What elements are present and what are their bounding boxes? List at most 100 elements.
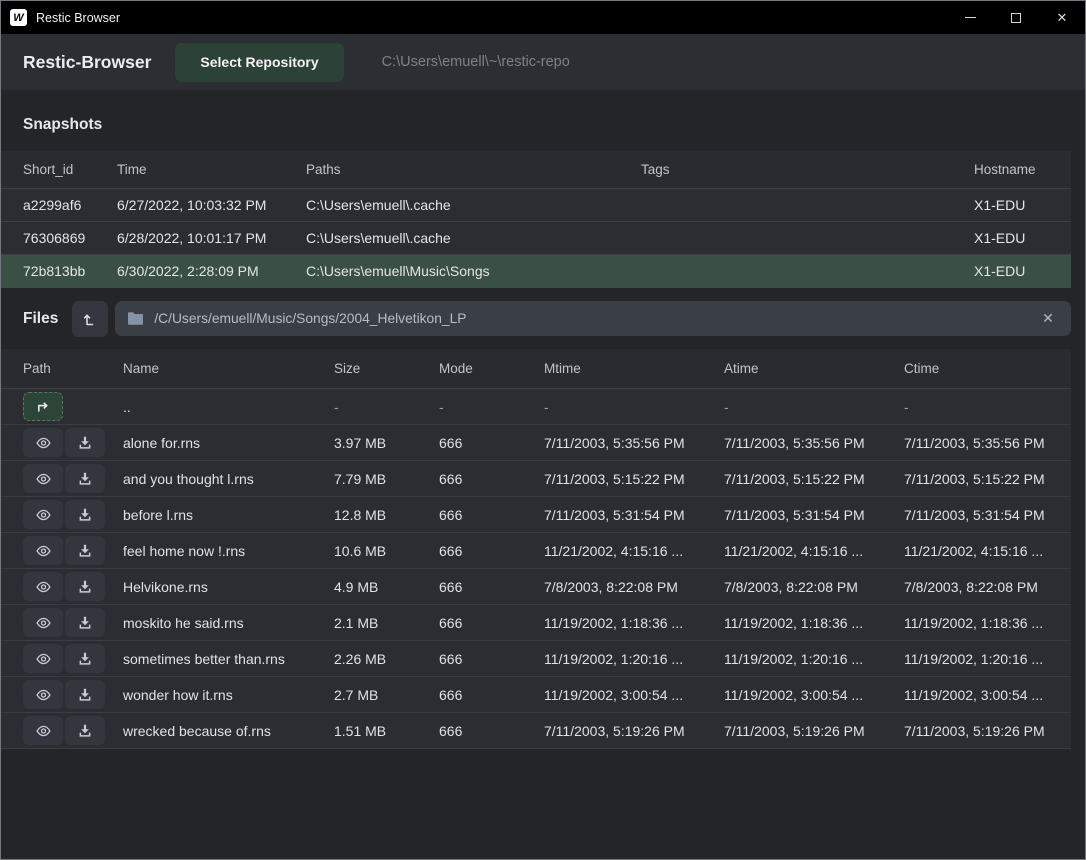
file-name: wonder how it.rns (123, 687, 334, 703)
file-size: 4.9 MB (334, 579, 439, 595)
file-mtime: 7/11/2003, 5:19:26 PM (544, 723, 724, 739)
column-mode: Mode (439, 361, 544, 376)
file-row: sometimes better than.rns 2.26 MB 666 11… (1, 641, 1071, 677)
file-name: Helvikone.rns (123, 579, 334, 595)
preview-file-button[interactable] (23, 464, 63, 493)
app-icon: W (10, 9, 27, 26)
column-size: Size (334, 361, 439, 376)
file-atime: 7/8/2003, 8:22:08 PM (724, 579, 904, 595)
snapshot-row[interactable]: a2299af6 6/27/2022, 10:03:32 PM C:\Users… (1, 189, 1071, 222)
snapshot-time: 6/28/2022, 10:01:17 PM (117, 230, 306, 246)
download-icon (77, 435, 93, 451)
file-mode: 666 (439, 435, 544, 451)
download-file-button[interactable] (65, 572, 105, 601)
file-row: feel home now !.rns 10.6 MB 666 11/21/20… (1, 533, 1071, 569)
file-row: alone for.rns 3.97 MB 666 7/11/2003, 5:3… (1, 425, 1071, 461)
column-path: Path (23, 361, 123, 376)
preview-file-button[interactable] (23, 608, 63, 637)
file-size: 3.97 MB (334, 435, 439, 451)
download-file-button[interactable] (65, 536, 105, 565)
file-mode: - (439, 399, 544, 415)
download-file-button[interactable] (65, 500, 105, 529)
preview-file-button[interactable] (23, 644, 63, 673)
clear-icon: ✕ (1042, 310, 1054, 327)
file-atime: 7/11/2003, 5:31:54 PM (724, 507, 904, 523)
file-mode: 666 (439, 651, 544, 667)
snapshot-paths: C:\Users\emuell\.cache (306, 197, 641, 213)
snapshots-title: Snapshots (23, 116, 102, 134)
files-title: Files (23, 310, 58, 328)
file-ctime: 11/21/2002, 4:15:16 ... (904, 543, 1071, 559)
close-button[interactable]: ✕ (1039, 1, 1085, 34)
file-atime: 11/19/2002, 3:00:54 ... (724, 687, 904, 703)
download-file-button[interactable] (65, 464, 105, 493)
column-short-id: Short_id (23, 162, 117, 177)
file-ctime: 11/19/2002, 3:00:54 ... (904, 687, 1071, 703)
file-mtime: 7/11/2003, 5:15:22 PM (544, 471, 724, 487)
file-mode: 666 (439, 687, 544, 703)
snapshot-row[interactable]: 76306869 6/28/2022, 10:01:17 PM C:\Users… (1, 222, 1071, 255)
files-table-header: Path Name Size Mode Mtime Atime Ctime (1, 349, 1071, 389)
file-mtime: - (544, 399, 724, 415)
eye-icon (35, 615, 52, 631)
clear-path-button[interactable]: ✕ (1033, 304, 1063, 334)
current-path-bar[interactable]: ✕ (115, 301, 1071, 336)
file-row: moskito he said.rns 2.1 MB 666 11/19/200… (1, 605, 1071, 641)
download-file-button[interactable] (65, 428, 105, 457)
eye-icon (35, 471, 52, 487)
file-name: and you thought l.rns (123, 471, 334, 487)
file-name: before l.rns (123, 507, 334, 523)
download-file-button[interactable] (65, 716, 105, 745)
file-atime: - (724, 399, 904, 415)
column-time: Time (117, 162, 306, 177)
parent-directory-button[interactable] (72, 301, 108, 337)
preview-file-button[interactable] (23, 716, 63, 745)
preview-file-button[interactable] (23, 536, 63, 565)
titlebar[interactable]: W Restic Browser ✕ (1, 1, 1085, 34)
file-size: 1.51 MB (334, 723, 439, 739)
maximize-icon (1011, 13, 1021, 23)
files-section-header: Files ✕ (1, 288, 1085, 349)
eye-icon (35, 687, 52, 703)
file-name: feel home now !.rns (123, 543, 334, 559)
file-mtime: 7/8/2003, 8:22:08 PM (544, 579, 724, 595)
file-name: moskito he said.rns (123, 615, 334, 631)
preview-file-button[interactable] (23, 680, 63, 709)
snapshot-row[interactable]: 72b813bb 6/30/2022, 2:28:09 PM C:\Users\… (1, 255, 1071, 288)
file-ctime: 11/19/2002, 1:20:16 ... (904, 651, 1071, 667)
select-repository-button[interactable]: Select Repository (175, 43, 343, 82)
go-to-parent-button[interactable] (23, 392, 63, 421)
file-name: alone for.rns (123, 435, 334, 451)
download-file-button[interactable] (65, 608, 105, 637)
file-mode: 666 (439, 723, 544, 739)
preview-file-button[interactable] (23, 428, 63, 457)
minimize-button[interactable] (947, 1, 993, 34)
eye-icon (35, 543, 52, 559)
file-size: 2.1 MB (334, 615, 439, 631)
snapshots-table-header: Short_id Time Paths Tags Hostname (1, 151, 1071, 189)
file-atime: 11/19/2002, 1:18:36 ... (724, 615, 904, 631)
preview-file-button[interactable] (23, 572, 63, 601)
eye-icon (35, 507, 52, 523)
file-size: 2.7 MB (334, 687, 439, 703)
file-size: 2.26 MB (334, 651, 439, 667)
file-mode: 666 (439, 507, 544, 523)
file-ctime: 7/8/2003, 8:22:08 PM (904, 579, 1071, 595)
file-atime: 7/11/2003, 5:15:22 PM (724, 471, 904, 487)
download-file-button[interactable] (65, 644, 105, 673)
column-name: Name (123, 361, 334, 376)
download-file-button[interactable] (65, 680, 105, 709)
file-row: wonder how it.rns 2.7 MB 666 11/19/2002,… (1, 677, 1071, 713)
empty-area (1, 749, 1085, 859)
file-ctime: 11/19/2002, 1:18:36 ... (904, 615, 1071, 631)
app-header: Restic-Browser Select Repository C:\User… (1, 34, 1085, 90)
file-row: and you thought l.rns 7.79 MB 666 7/11/2… (1, 461, 1071, 497)
parent-directory-row: .. - - - - - (1, 389, 1071, 425)
file-mtime: 11/19/2002, 3:00:54 ... (544, 687, 724, 703)
maximize-button[interactable] (993, 1, 1039, 34)
preview-file-button[interactable] (23, 500, 63, 529)
current-path-input[interactable] (154, 311, 1033, 326)
file-row: wrecked because of.rns 1.51 MB 666 7/11/… (1, 713, 1071, 749)
eye-icon (35, 651, 52, 667)
file-mode: 666 (439, 543, 544, 559)
